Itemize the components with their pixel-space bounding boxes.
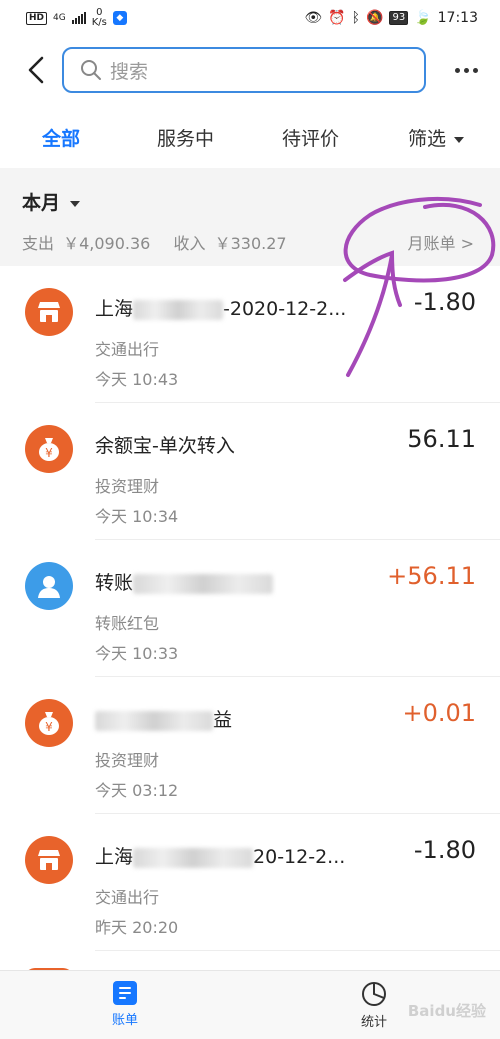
network-indicator: 4G (53, 12, 66, 23)
tab-label: 待评价 (282, 128, 340, 150)
nav-stats[interactable]: 统计 (334, 981, 414, 1030)
net-speed-unit: K/s (91, 17, 107, 28)
more-button[interactable] (452, 50, 480, 90)
bill-icon (113, 981, 137, 1005)
dot-icon (454, 67, 460, 73)
status-right: 👁 ⏰ ᛒ 🔕 93 🍃 17:13 (304, 10, 478, 26)
transaction-title: 转账 (95, 568, 274, 595)
status-left: HD 4G 0 K/s ◆ (26, 8, 127, 28)
transaction-time: 今天 10:33 (95, 644, 179, 663)
mute-icon: 🔕 (366, 10, 384, 26)
redacted-text (133, 573, 274, 594)
month-selector[interactable]: 本月 (22, 188, 81, 215)
bottom-nav: 账单 统计 Baidu经验 (0, 970, 500, 1039)
tab-label: 全部 (42, 128, 81, 150)
transaction-amount: 56.11 (407, 425, 476, 453)
bluetooth-icon: ᛒ (351, 10, 361, 26)
divider (95, 950, 500, 951)
caret-down-icon (70, 200, 81, 207)
monthly-bill-link[interactable]: 月账单 > (408, 230, 475, 254)
list-item[interactable]: 转账 转账红包 今天 10:33 +56.11 (0, 540, 500, 677)
list-item[interactable]: 上海 -2020-12-2... 交通出行 今天 10:43 -1.80 (0, 266, 500, 403)
transaction-category: 投资理财 (95, 751, 160, 770)
tab-label: 筛选 (408, 128, 447, 150)
transaction-time: 今天 10:43 (95, 370, 179, 389)
list-item[interactable]: ¥ 余额宝-单次转入 投资理财 今天 10:34 56.11 (0, 403, 500, 540)
income-label: 收入 (173, 234, 206, 253)
nav-bill[interactable]: 账单 (85, 981, 165, 1028)
status-bar: HD 4G 0 K/s ◆ 👁 ⏰ ᛒ 🔕 93 🍃 17:13 (0, 0, 500, 36)
transaction-time: 今天 03:12 (95, 781, 179, 800)
redacted-text (133, 847, 254, 868)
svg-text:¥: ¥ (45, 446, 53, 460)
signal-icon (71, 12, 86, 24)
transaction-title: 益 (95, 705, 232, 732)
tab-all[interactable]: 全部 (42, 124, 80, 151)
transaction-amount: -1.80 (413, 836, 476, 864)
list-item[interactable]: 上海 20-12-2... 交通出行 昨天 20:20 -1.80 (0, 814, 500, 951)
list-item[interactable]: ¥ 益 投资理财 今天 03:12 +0.01 (0, 677, 500, 814)
transaction-title: 余额宝-单次转入 (95, 431, 235, 458)
clock: 17:13 (437, 10, 478, 26)
store-icon (25, 288, 73, 336)
hd-badge: HD (26, 11, 48, 25)
transaction-category: 交通出行 (95, 340, 160, 359)
title-prefix: 上海 (95, 846, 134, 868)
app-shield-icon: ◆ (112, 11, 127, 25)
month-title: 本月 (22, 192, 61, 214)
redacted-text (95, 710, 213, 731)
expense-label: 支出 (22, 234, 55, 253)
search-input[interactable]: 搜索 (62, 47, 426, 93)
caret-down-icon (454, 136, 465, 143)
redacted-text (133, 299, 224, 320)
dot-icon (463, 67, 469, 73)
title-prefix: 转账 (95, 572, 134, 594)
store-icon (25, 836, 73, 884)
money-bag-icon: ¥ (25, 699, 73, 747)
money-bag-icon: ¥ (25, 425, 73, 473)
transaction-category: 转账红包 (95, 614, 160, 633)
search-icon (81, 60, 101, 80)
back-button[interactable] (16, 50, 56, 90)
network-type: 4G (53, 12, 66, 23)
transaction-category: 交通出行 (95, 888, 160, 907)
tab-label: 服务中 (157, 128, 215, 150)
transaction-amount: +56.11 (387, 562, 476, 590)
transaction-category: 投资理财 (95, 477, 160, 496)
filter-tabs: 全部 服务中 待评价 筛选 (0, 112, 500, 162)
tab-filter[interactable]: 筛选 (408, 124, 465, 151)
person-icon (25, 562, 73, 610)
battery-icon: 93 (389, 11, 409, 25)
net-speed: 0 K/s (92, 8, 107, 28)
transaction-amount: +0.01 (402, 699, 476, 727)
pie-chart-icon (362, 982, 386, 1006)
title-suffix: -2020-12-2... (223, 298, 347, 320)
transaction-amount: -1.80 (413, 288, 476, 316)
transaction-time: 今天 10:34 (95, 507, 179, 526)
income-value: ￥330.27 (214, 234, 287, 253)
month-summary-section: 本月 支出 ￥4,090.36 收入 ￥330.27 月账单 > (0, 168, 500, 266)
transaction-title: 上海 -2020-12-2... (95, 294, 346, 321)
transaction-time: 昨天 20:20 (95, 918, 179, 937)
leaf-icon: 🍃 (414, 10, 432, 26)
title-prefix: 上海 (95, 298, 134, 320)
expense-value: ￥4,090.36 (63, 234, 151, 253)
title-suffix: 益 (213, 709, 233, 731)
top-bar: 搜索 (0, 46, 500, 94)
month-totals: 支出 ￥4,090.36 收入 ￥330.27 (22, 230, 291, 254)
svg-text:¥: ¥ (45, 720, 53, 734)
title-suffix: 20-12-2... (253, 846, 346, 868)
eye-icon: 👁 (304, 10, 323, 26)
watermark: Baidu经验 (407, 1002, 486, 1020)
dot-icon (472, 67, 478, 73)
nav-stats-label: 统计 (360, 1015, 387, 1030)
tab-pending-review[interactable]: 待评价 (282, 124, 339, 151)
alarm-icon: ⏰ (328, 10, 346, 26)
title-prefix: 余额宝-单次转入 (95, 435, 235, 457)
nav-bill-label: 账单 (111, 1013, 138, 1028)
search-placeholder: 搜索 (110, 60, 149, 83)
back-arrow-icon (28, 56, 44, 84)
tab-in-service[interactable]: 服务中 (157, 124, 214, 151)
transaction-title: 上海 20-12-2... (95, 842, 345, 869)
